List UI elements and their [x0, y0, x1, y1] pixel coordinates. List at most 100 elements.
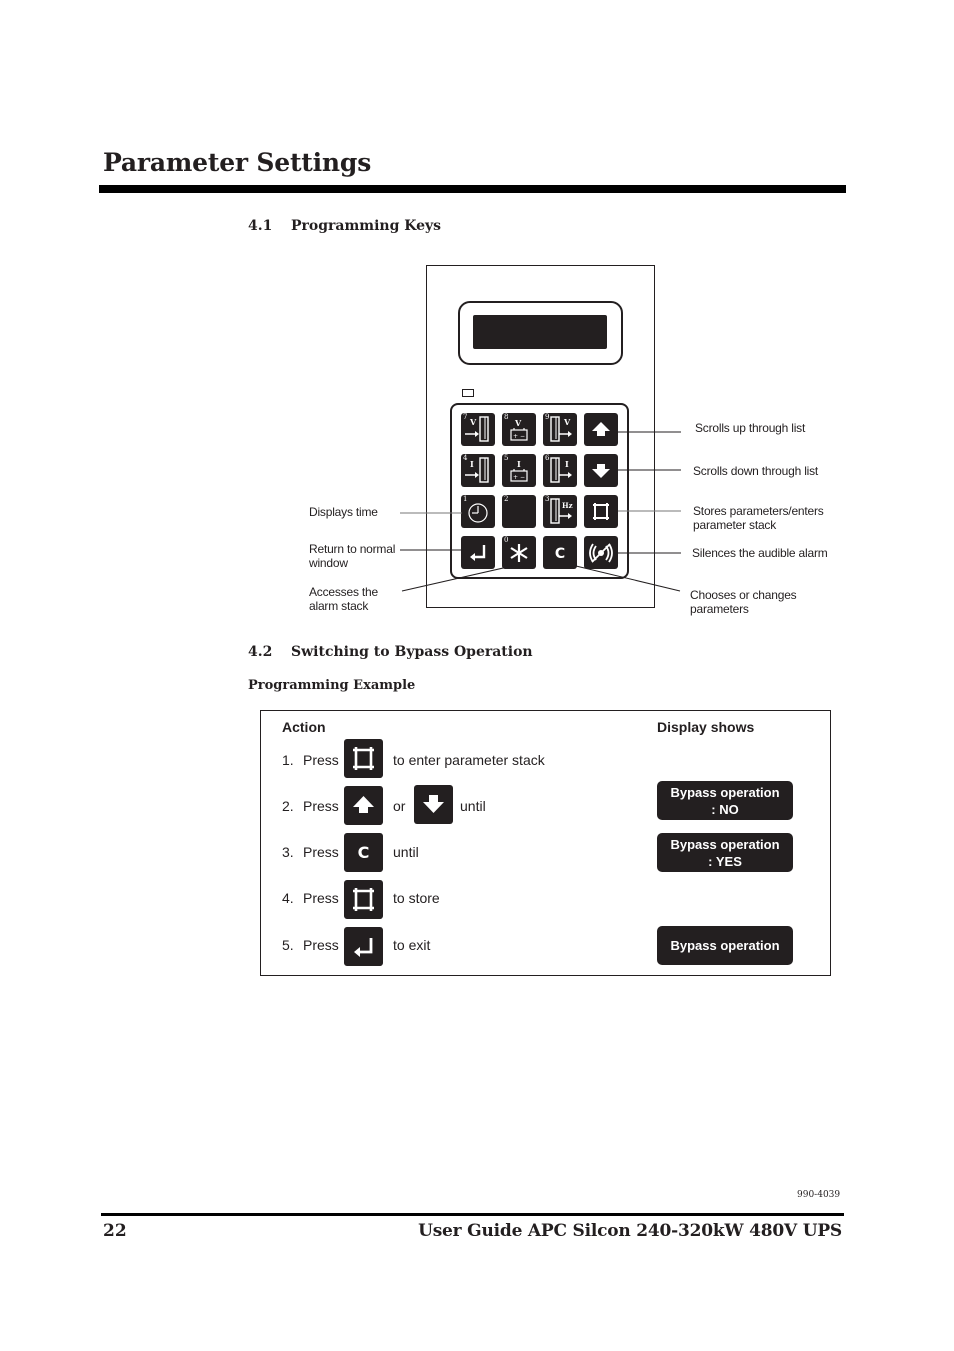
key-number: 0 [504, 536, 509, 544]
svg-text:V: V [563, 417, 571, 427]
display-line: : NO [711, 801, 739, 817]
arrow-down-icon [592, 464, 610, 478]
key-return[interactable] [461, 536, 495, 569]
callout-scroll-down: Scrolls down through list [693, 464, 819, 478]
footer-rule [101, 1213, 844, 1216]
sub-title: Programming Example [248, 678, 416, 693]
key-0-alarm-stack[interactable]: 0 [502, 536, 536, 569]
callout-chooses: Chooses or changes parameters [690, 588, 797, 616]
svg-text:−: − [520, 474, 525, 481]
svg-text:Hz: Hz [562, 501, 573, 510]
key-2[interactable]: 2 [502, 495, 536, 528]
step-joiner: or [393, 798, 406, 814]
change-icon: C [358, 843, 370, 862]
section-number: 4.2 [248, 644, 273, 660]
key-9-voltage-output[interactable]: 9 V [543, 413, 577, 446]
step-index: 2. [282, 798, 294, 814]
parameter-stack-icon [353, 747, 374, 770]
title-rule [99, 185, 846, 193]
key-8-battery-voltage[interactable]: 8 V + − [502, 413, 536, 446]
callout-stores: Stores parameters/enters parameter stack [693, 504, 824, 532]
return-icon [354, 938, 373, 957]
step-index: 4. [282, 890, 294, 906]
section-title: Switching to Bypass Operation [291, 644, 533, 660]
key-7-voltage-input[interactable]: 7 V [461, 413, 495, 446]
parameter-stack-icon [353, 888, 374, 911]
status-led [462, 389, 474, 397]
example-key-scroll-up[interactable] [344, 786, 383, 825]
display-line: Bypass operation [670, 784, 780, 800]
arrow-up-icon [353, 796, 374, 813]
key-scroll-up[interactable] [584, 413, 618, 446]
key-number: 4 [463, 454, 468, 462]
example-key-return[interactable] [344, 927, 383, 966]
callout-line: Accesses the [309, 585, 378, 599]
step-index: 5. [282, 937, 294, 953]
key-scroll-down[interactable] [584, 454, 618, 487]
key-3-frequency-output[interactable]: 3 Hz [543, 495, 577, 528]
svg-text:+: + [513, 433, 518, 440]
display-bypass-no: Bypass operation : NO [657, 781, 793, 820]
example-key-c-change[interactable]: C [344, 833, 383, 872]
callout-alarm-stack: Accesses the alarm stack [309, 585, 378, 613]
key-c-change[interactable]: C [543, 536, 577, 569]
callout-line: window [309, 556, 348, 570]
svg-text:I: I [470, 459, 474, 469]
display-bypass-yes: Bypass operation : YES [657, 833, 793, 872]
svg-text:I: I [517, 459, 521, 469]
step-index: 1. [282, 752, 294, 768]
example-key-scroll-down[interactable] [414, 785, 453, 824]
footer-title: User Guide APC Silcon 240-320kW 480V UPS [418, 1221, 842, 1241]
svg-text:−: − [520, 433, 525, 440]
key-number: 1 [463, 495, 468, 503]
key-store-parameter[interactable] [584, 495, 618, 528]
key-6-current-output[interactable]: 6 I [543, 454, 577, 487]
key-number: 9 [545, 413, 550, 421]
section-number: 4.1 [248, 218, 273, 234]
arrow-up-icon [592, 422, 610, 436]
callout-return: Return to normal window [309, 542, 395, 570]
callout-line: parameter stack [693, 518, 777, 532]
parameter-stack-icon [593, 503, 609, 520]
return-icon [470, 545, 486, 561]
step-description: to exit [393, 937, 431, 953]
key-1-time[interactable]: 1 [461, 495, 495, 528]
key-4-current-input[interactable]: 4 I [461, 454, 495, 487]
callout-displays-time: Displays time [309, 505, 378, 519]
key-number: 5 [504, 454, 509, 462]
key-silence-alarm[interactable] [584, 536, 618, 569]
section-title: Programming Keys [291, 218, 442, 234]
lcd-display-screen [473, 315, 607, 349]
svg-text:+: + [513, 474, 518, 481]
change-icon: C [555, 546, 565, 562]
callout-line: Stores parameters/enters [693, 504, 824, 518]
display-line: : YES [708, 853, 742, 869]
svg-text:V: V [469, 417, 477, 427]
display-bypass-operation: Bypass operation [657, 926, 793, 965]
step-verb: Press [303, 937, 339, 953]
callout-line: Chooses or changes [690, 588, 797, 602]
callout-leader-lines [400, 431, 681, 592]
svg-text:I: I [565, 459, 569, 469]
step-description: to enter parameter stack [393, 752, 545, 768]
callout-line: parameters [690, 602, 749, 616]
example-key-parameter-stack[interactable] [344, 739, 383, 778]
display-line: Bypass operation [670, 938, 780, 953]
step-description: to store [393, 890, 440, 906]
page-title: Parameter Settings [103, 148, 372, 177]
callout-scroll-up: Scrolls up through list [695, 421, 806, 435]
key-number: 7 [463, 413, 468, 421]
arrow-down-icon [423, 795, 444, 813]
example-key-parameter-stack[interactable] [344, 880, 383, 919]
step-index: 3. [282, 844, 294, 860]
step-description: until [460, 798, 486, 814]
step-description: until [393, 844, 419, 860]
callout-line: Return to normal [309, 542, 396, 556]
key-number: 8 [504, 413, 509, 421]
callout-line: alarm stack [309, 599, 369, 613]
page-number: 22 [103, 1221, 127, 1241]
svg-text:C: C [358, 843, 370, 862]
step-verb: Press [303, 752, 339, 768]
key-5-battery-current[interactable]: 5 I + − [502, 454, 536, 487]
svg-text:V: V [514, 418, 522, 428]
